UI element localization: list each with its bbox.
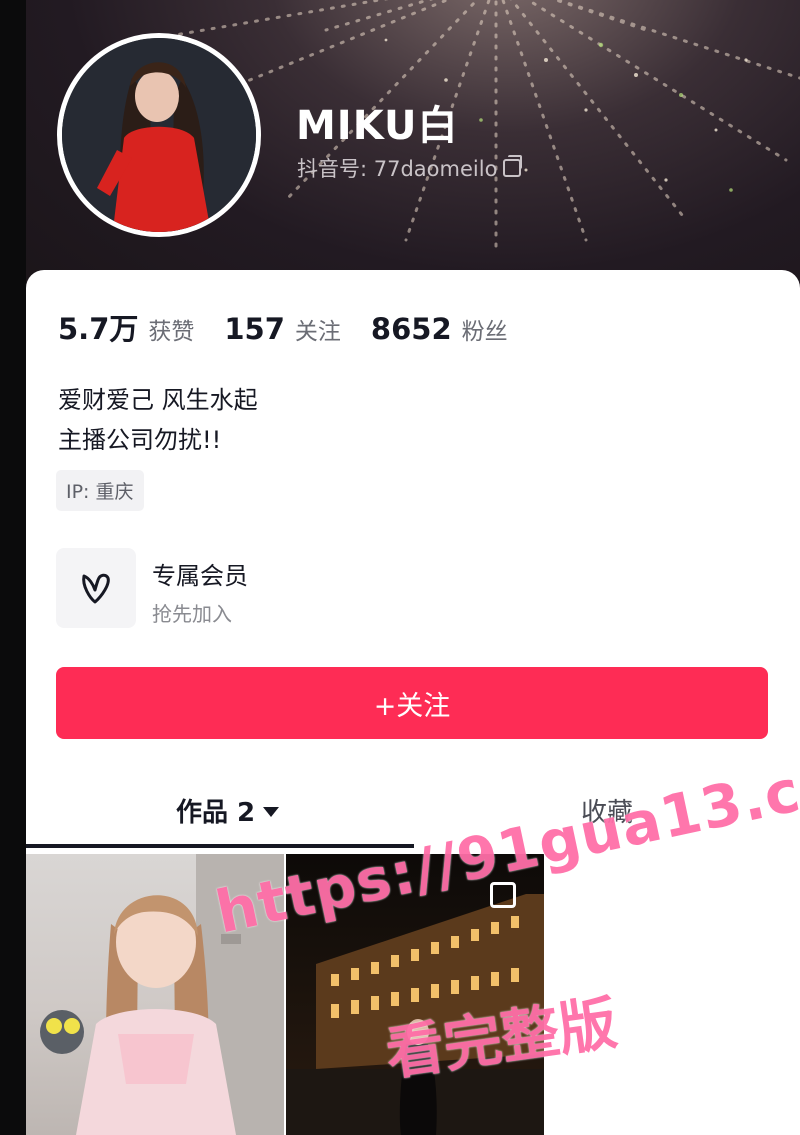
profile-avatar[interactable] <box>57 33 261 237</box>
following-label[interactable]: 关注 <box>295 312 341 346</box>
profile-stats: 5.7万 获赞 157 关注 8652 粉丝 <box>58 306 538 348</box>
left-edge-strip <box>0 0 26 1135</box>
copy-icon[interactable] <box>503 155 523 177</box>
profile-handle: 抖音号: 77daomeilo <box>297 153 523 183</box>
avatar-photo <box>62 38 256 232</box>
ip-location-tag: IP: 重庆 <box>56 470 144 511</box>
membership-title[interactable]: 专属会员 <box>152 556 248 591</box>
likes-label[interactable]: 获赞 <box>148 312 194 346</box>
bio-line-1: 爱财爱己 风生水起 <box>58 386 258 414</box>
active-tab-indicator <box>26 844 414 848</box>
likes-count: 5.7万 <box>58 312 139 346</box>
membership-subtitle: 抢先加入 <box>152 602 232 626</box>
handle-text: 抖音号: 77daomeilo <box>297 157 498 181</box>
profile-name: MIKU白 <box>296 103 459 149</box>
following-count: 157 <box>224 312 285 346</box>
follow-button[interactable]: +关注 <box>56 667 768 739</box>
bio-line-2: 主播公司勿扰!! <box>58 426 222 454</box>
v-heart-icon <box>82 573 110 604</box>
membership-icon-box[interactable] <box>56 548 136 628</box>
followers-label[interactable]: 粉丝 <box>462 312 508 346</box>
followers-count: 8652 <box>370 312 452 346</box>
caret-down-icon <box>263 807 280 817</box>
profile-bio: 爱财爱己 风生水起 主播公司勿扰!! <box>58 380 258 460</box>
tab-works[interactable]: 作品 2 <box>176 792 280 829</box>
tab-works-label: 作品 2 <box>176 798 256 828</box>
